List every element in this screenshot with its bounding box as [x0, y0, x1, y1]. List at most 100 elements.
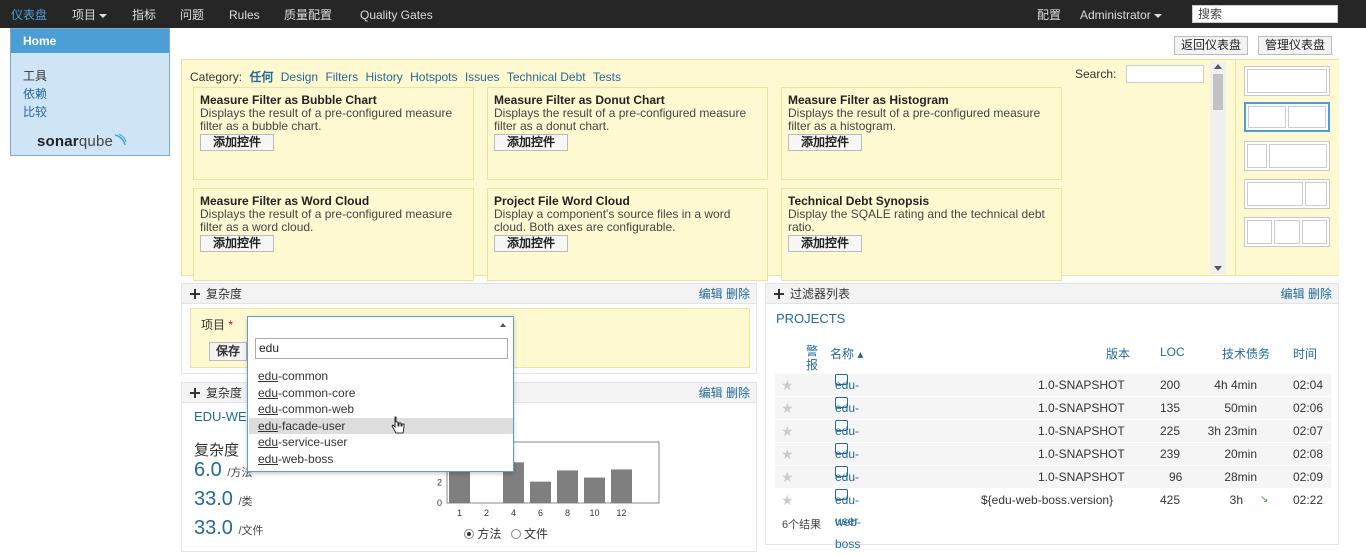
- widget-description: Display a component's source files in a …: [494, 207, 731, 234]
- widget-card: Measure Filter as Donut Chart Displays t…: [487, 87, 768, 180]
- widget-title: Project File Word Cloud: [494, 194, 630, 208]
- dropdown-option[interactable]: edu-service-user: [249, 434, 513, 450]
- sidebar-item-compare[interactable]: 比较: [11, 103, 169, 121]
- project-select-dropdown[interactable]: edu edu-common edu-common-core edu-common-…: [247, 316, 514, 472]
- sidebar-item-home[interactable]: Home: [11, 29, 169, 53]
- nav-quality-profiles[interactable]: 质量配置: [284, 0, 332, 28]
- edit-link[interactable]: 编辑: [1281, 287, 1305, 301]
- project-name-link[interactable]: EDU-WE: [194, 409, 247, 424]
- nav-projects[interactable]: 项目: [72, 0, 108, 28]
- add-widget-button[interactable]: 添加控件: [788, 235, 863, 252]
- move-icon[interactable]: [190, 289, 200, 299]
- add-widget-button[interactable]: 添加控件: [494, 134, 569, 151]
- option-match: edu: [258, 402, 279, 416]
- histogram-bar: [530, 481, 551, 503]
- sidebar-item-tools[interactable]: 工具: [11, 67, 169, 85]
- widget-title: Technical Debt Synopsis: [788, 194, 930, 208]
- layout-option-100[interactable]: [1244, 66, 1330, 96]
- delete-link[interactable]: 删除: [1308, 287, 1332, 301]
- scroll-down-icon[interactable]: [1214, 266, 1222, 271]
- category-technical-debt[interactable]: Technical Debt: [507, 70, 586, 84]
- nav-projects-label: 项目: [72, 8, 97, 22]
- option-rest: -web-boss: [278, 451, 334, 466]
- project-debt: 4h 4min: [1214, 378, 1257, 392]
- manage-dashboards-button[interactable]: 管理仪表盘: [1258, 36, 1333, 55]
- dropdown-option[interactable]: edu-common: [249, 368, 513, 384]
- move-icon[interactable]: [774, 289, 784, 299]
- y-tick-label: 0: [437, 498, 442, 508]
- favorite-star-icon[interactable]: ★: [781, 423, 794, 439]
- column-header-time[interactable]: 时间: [1293, 345, 1317, 362]
- column-header-debt[interactable]: 技术债务: [1222, 345, 1270, 362]
- column-header-version[interactable]: 版本: [1106, 345, 1130, 362]
- favorite-star-icon[interactable]: ★: [781, 469, 794, 485]
- add-widget-button[interactable]: 添加控件: [200, 235, 275, 252]
- widget-title: Measure Filter as Word Cloud: [200, 194, 370, 208]
- user-menu[interactable]: Administrator: [1080, 0, 1162, 28]
- gallery-scrollbar[interactable]: [1210, 62, 1226, 274]
- dropdown-search-input[interactable]: edu: [255, 338, 508, 359]
- layout-option-50-50[interactable]: [1244, 102, 1330, 132]
- option-match: edu: [258, 369, 279, 383]
- layout-option-70-30[interactable]: [1244, 179, 1330, 209]
- option-rest: -common-core: [278, 385, 356, 400]
- column-header-name[interactable]: 名称 ▴: [830, 345, 863, 362]
- widget-card: Measure Filter as Word Cloud Displays th…: [193, 188, 474, 281]
- favorite-star-icon[interactable]: ★: [781, 446, 794, 462]
- column-header-loc[interactable]: LOC: [1160, 345, 1185, 359]
- widget-title: 复杂度: [206, 287, 243, 301]
- dropdown-option[interactable]: edu-common-web: [249, 401, 513, 417]
- category-design[interactable]: Design: [281, 70, 318, 84]
- radio-method[interactable]: 方法: [464, 527, 501, 541]
- x-tick-label: 10: [589, 508, 599, 518]
- dropdown-option[interactable]: edu-web-boss: [249, 451, 513, 467]
- chevron-up-icon[interactable]: [500, 323, 506, 327]
- nav-settings[interactable]: 配置: [1037, 0, 1061, 28]
- category-issues[interactable]: Issues: [465, 70, 500, 84]
- nav-measures[interactable]: 指标: [132, 0, 156, 28]
- scroll-up-icon[interactable]: [1214, 64, 1222, 69]
- add-widget-button[interactable]: 添加控件: [494, 235, 569, 252]
- favorite-star-icon[interactable]: ★: [781, 377, 794, 393]
- category-filters[interactable]: Filters: [325, 70, 358, 84]
- scrollbar-thumb[interactable]: [1213, 74, 1223, 110]
- edit-link[interactable]: 编辑: [699, 386, 723, 400]
- delete-link[interactable]: 删除: [726, 287, 750, 301]
- gallery-search-input[interactable]: [1126, 65, 1204, 83]
- dropdown-option[interactable]: edu-common-core: [249, 385, 513, 401]
- category-tests[interactable]: Tests: [593, 70, 621, 84]
- nav-dashboard[interactable]: 仪表盘: [11, 0, 47, 28]
- add-widget-button[interactable]: 添加控件: [788, 134, 863, 151]
- nav-quality-gates[interactable]: Quality Gates: [360, 0, 433, 28]
- widget-description: Displays the result of a pre-configured …: [200, 106, 453, 133]
- layout-option-33-33-33[interactable]: [1244, 217, 1330, 247]
- widget-card: Technical Debt Synopsis Display the SQAL…: [781, 188, 1062, 281]
- favorite-star-icon[interactable]: ★: [781, 400, 794, 416]
- favorite-star-icon[interactable]: ★: [781, 492, 794, 508]
- trend-down-icon: ↘: [1260, 494, 1269, 505]
- radio-file[interactable]: 文件: [510, 527, 548, 541]
- add-widget-button[interactable]: 添加控件: [200, 134, 275, 151]
- table-row: ★edu-common-core1.0-SNAPSHOT13550min02:0…: [775, 397, 1331, 459]
- delete-link[interactable]: 删除: [726, 386, 750, 400]
- dropdown-option[interactable]: edu-facade-user: [249, 417, 513, 434]
- nav-issues[interactable]: 问题: [180, 0, 204, 28]
- save-button[interactable]: 保存: [209, 342, 248, 361]
- back-to-dashboard-button[interactable]: 返回仪表盘: [1174, 36, 1249, 55]
- category-history[interactable]: History: [365, 70, 402, 84]
- sidebar-item-dependencies[interactable]: 依赖: [11, 85, 169, 103]
- global-search-input[interactable]: 搜索: [1192, 5, 1338, 23]
- category-any[interactable]: 任何: [249, 70, 273, 84]
- category-hotspots[interactable]: Hotspots: [410, 70, 457, 84]
- nav-rules[interactable]: Rules: [229, 0, 260, 28]
- move-icon[interactable]: [190, 388, 200, 398]
- edit-link[interactable]: 编辑: [699, 287, 723, 301]
- column-header-name-label: 名称: [830, 347, 855, 361]
- layout-option-30-70[interactable]: [1244, 141, 1330, 171]
- widget-title: Measure Filter as Donut Chart: [494, 93, 665, 107]
- category-filter: Category: 任何 Design Filters History Hots…: [190, 68, 621, 85]
- hand-cursor-icon: [391, 416, 405, 434]
- widget-description: Displays the result of a pre-configured …: [200, 207, 453, 234]
- column-header-alert[interactable]: 警报: [806, 344, 820, 372]
- option-match: edu: [258, 418, 279, 433]
